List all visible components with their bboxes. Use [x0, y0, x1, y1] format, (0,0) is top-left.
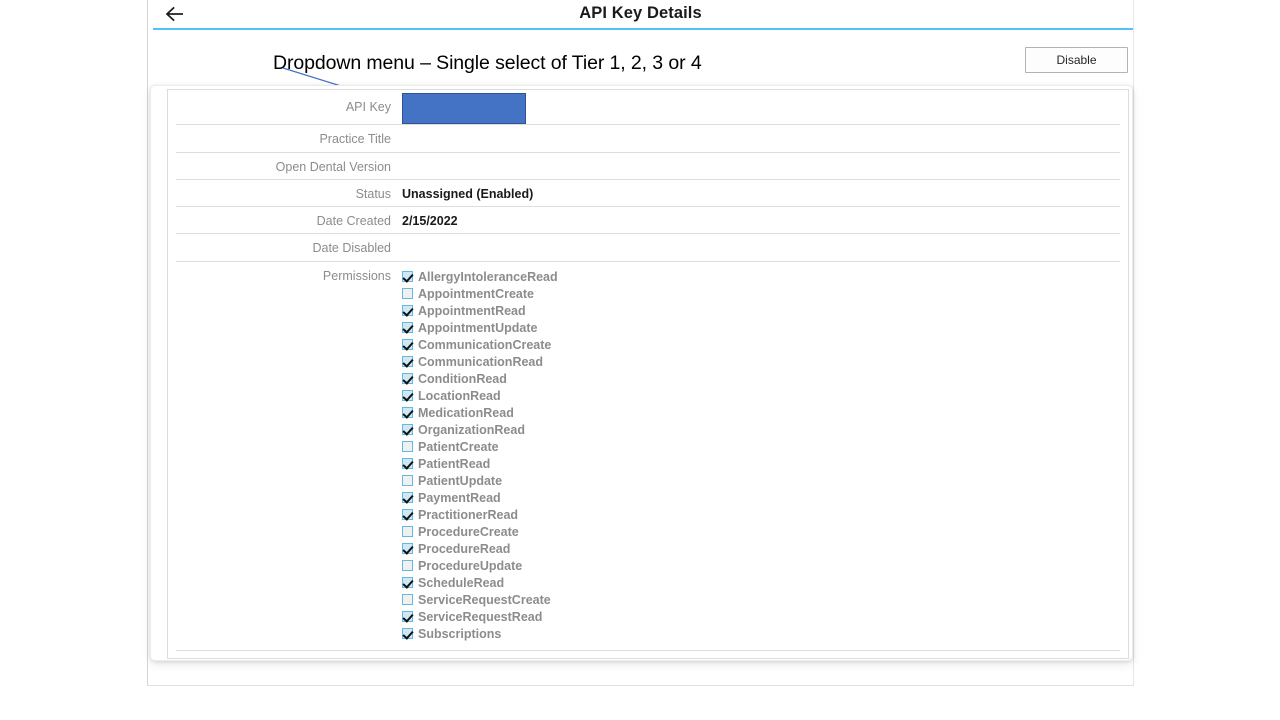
permission-label: AppointmentRead — [418, 303, 526, 318]
permissions-list: AllergyIntoleranceRead AppointmentCreate A… — [402, 268, 1120, 642]
permission-item[interactable]: PatientUpdate — [402, 472, 1120, 489]
permission-label: ProcedureCreate — [418, 524, 519, 539]
field-row-status: Status Unassigned (Enabled) — [176, 180, 1120, 207]
permission-item[interactable]: LocationRead — [402, 387, 1120, 404]
checkbox-unchecked-icon[interactable] — [402, 560, 413, 571]
checkbox-checked-icon[interactable] — [402, 407, 413, 418]
checkbox-checked-icon[interactable] — [402, 271, 413, 282]
permission-item[interactable]: CommunicationRead — [402, 353, 1120, 370]
field-label-status: Status — [355, 187, 391, 201]
permission-label: ProcedureUpdate — [418, 558, 523, 573]
checkbox-checked-icon[interactable] — [402, 458, 413, 469]
permission-label: AppointmentUpdate — [418, 320, 538, 335]
field-value-status: Unassigned (Enabled) — [402, 187, 534, 201]
field-label-api-key: API Key — [345, 100, 391, 114]
permission-label: ConditionRead — [418, 371, 507, 386]
permission-label: PatientUpdate — [418, 473, 503, 488]
permission-label: CommunicationCreate — [418, 337, 552, 352]
checkbox-unchecked-icon[interactable] — [402, 441, 413, 452]
application-window: API Key Details Dropdown menu – Single s… — [147, 0, 1134, 686]
field-row-api-key: API Key — [176, 90, 1120, 125]
page-title: API Key Details — [579, 4, 702, 22]
permission-item[interactable]: PatientCreate — [402, 438, 1120, 455]
disable-button[interactable]: Disable — [1025, 47, 1128, 73]
checkbox-checked-icon[interactable] — [402, 492, 413, 503]
annotation-callout-text: Dropdown menu – Single select of Tier 1,… — [273, 52, 702, 74]
header-accent-rule — [153, 28, 1133, 30]
permission-label: PaymentRead — [418, 490, 501, 505]
checkbox-checked-icon[interactable] — [402, 509, 413, 520]
field-row-date-created: Date Created 2/15/2022 — [176, 207, 1120, 234]
permission-label: ServiceRequestCreate — [418, 592, 551, 607]
permission-item[interactable]: MedicationRead — [402, 404, 1120, 421]
permission-label: OrganizationRead — [418, 422, 525, 437]
api-key-redaction-block — [402, 93, 526, 124]
checkbox-checked-icon[interactable] — [402, 390, 413, 401]
field-label-date-disabled: Date Disabled — [312, 241, 391, 255]
permission-item[interactable]: AppointmentUpdate — [402, 319, 1120, 336]
checkbox-checked-icon[interactable] — [402, 356, 413, 367]
field-label-open-dental-version: Open Dental Version — [275, 160, 391, 174]
permission-item[interactable]: AppointmentRead — [402, 302, 1120, 319]
checkbox-unchecked-icon[interactable] — [402, 594, 413, 605]
permission-item[interactable]: CommunicationCreate — [402, 336, 1120, 353]
permission-item[interactable]: AppointmentCreate — [402, 285, 1120, 302]
details-panel: API Key Practice Title Open Dental Versi… — [167, 89, 1129, 659]
permission-label: CommunicationRead — [418, 354, 544, 369]
checkbox-unchecked-icon[interactable] — [402, 526, 413, 537]
permission-item[interactable]: OrganizationRead — [402, 421, 1120, 438]
field-row-date-disabled: Date Disabled — [176, 234, 1120, 262]
field-label-permissions: Permissions — [322, 269, 391, 283]
checkbox-checked-icon[interactable] — [402, 322, 413, 333]
permission-label: LocationRead — [418, 388, 501, 403]
checkbox-checked-icon[interactable] — [402, 424, 413, 435]
permission-item[interactable]: ConditionRead — [402, 370, 1120, 387]
permission-item[interactable]: PatientRead — [402, 455, 1120, 472]
field-row-practice-title: Practice Title — [176, 125, 1120, 153]
field-value-api-key — [400, 93, 1120, 124]
permission-label: ServiceRequestRead — [418, 609, 543, 624]
permission-item[interactable]: PractitionerRead — [402, 506, 1120, 523]
field-row-permissions: Permissions AllergyIntoleranceRead Appoin… — [176, 262, 1120, 651]
permission-item[interactable]: PaymentRead — [402, 489, 1120, 506]
field-row-open-dental-version: Open Dental Version — [176, 153, 1120, 180]
field-label-practice-title: Practice Title — [319, 132, 391, 146]
checkbox-checked-icon[interactable] — [402, 628, 413, 639]
permission-item[interactable]: ProcedureUpdate — [402, 557, 1120, 574]
permission-item[interactable]: AllergyIntoleranceRead — [402, 268, 1120, 285]
header-bar: API Key Details — [148, 0, 1133, 30]
field-value-date-created: 2/15/2022 — [402, 214, 458, 228]
permission-label: PatientCreate — [418, 439, 499, 454]
permission-label: AllergyIntoleranceRead — [418, 269, 558, 284]
permission-label: AppointmentCreate — [418, 286, 534, 301]
permission-item[interactable]: ServiceRequestRead — [402, 608, 1120, 625]
permission-label: PatientRead — [418, 456, 491, 471]
permission-item[interactable]: ProcedureRead — [402, 540, 1120, 557]
permission-label: ProcedureRead — [418, 541, 511, 556]
checkbox-checked-icon[interactable] — [402, 611, 413, 622]
checkbox-unchecked-icon[interactable] — [402, 475, 413, 486]
field-value-permissions: AllergyIntoleranceRead AppointmentCreate A… — [400, 268, 1120, 642]
checkbox-checked-icon[interactable] — [402, 305, 413, 316]
checkbox-checked-icon[interactable] — [402, 543, 413, 554]
permission-item[interactable]: Subscriptions — [402, 625, 1120, 642]
permission-label: ScheduleRead — [418, 575, 505, 590]
permission-item[interactable]: ServiceRequestCreate — [402, 591, 1120, 608]
permission-label: PractitionerRead — [418, 507, 519, 522]
field-label-date-created: Date Created — [316, 214, 391, 228]
checkbox-checked-icon[interactable] — [402, 577, 413, 588]
checkbox-unchecked-icon[interactable] — [402, 288, 413, 299]
checkbox-checked-icon[interactable] — [402, 373, 413, 384]
permission-item[interactable]: ScheduleRead — [402, 574, 1120, 591]
checkbox-checked-icon[interactable] — [402, 339, 413, 350]
permission-item[interactable]: ProcedureCreate — [402, 523, 1120, 540]
permission-label: Subscriptions — [418, 626, 502, 641]
details-card: API Key Practice Title Open Dental Versi… — [150, 85, 1133, 661]
permission-label: MedicationRead — [418, 405, 514, 420]
